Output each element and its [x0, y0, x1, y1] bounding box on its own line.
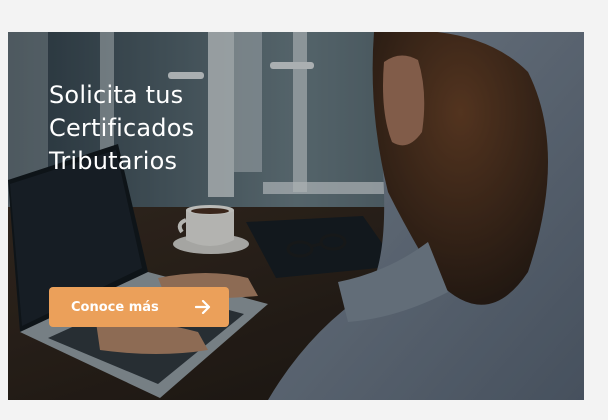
- cta-label: Conoce más: [71, 299, 159, 315]
- arrow-right-icon: [195, 300, 211, 314]
- hero-headline: Solicita tus Certificados Tributarios: [49, 81, 195, 175]
- conoce-mas-button[interactable]: Conoce más: [49, 287, 229, 327]
- hero-banner: Solicita tus Certificados Tributarios Co…: [8, 32, 584, 400]
